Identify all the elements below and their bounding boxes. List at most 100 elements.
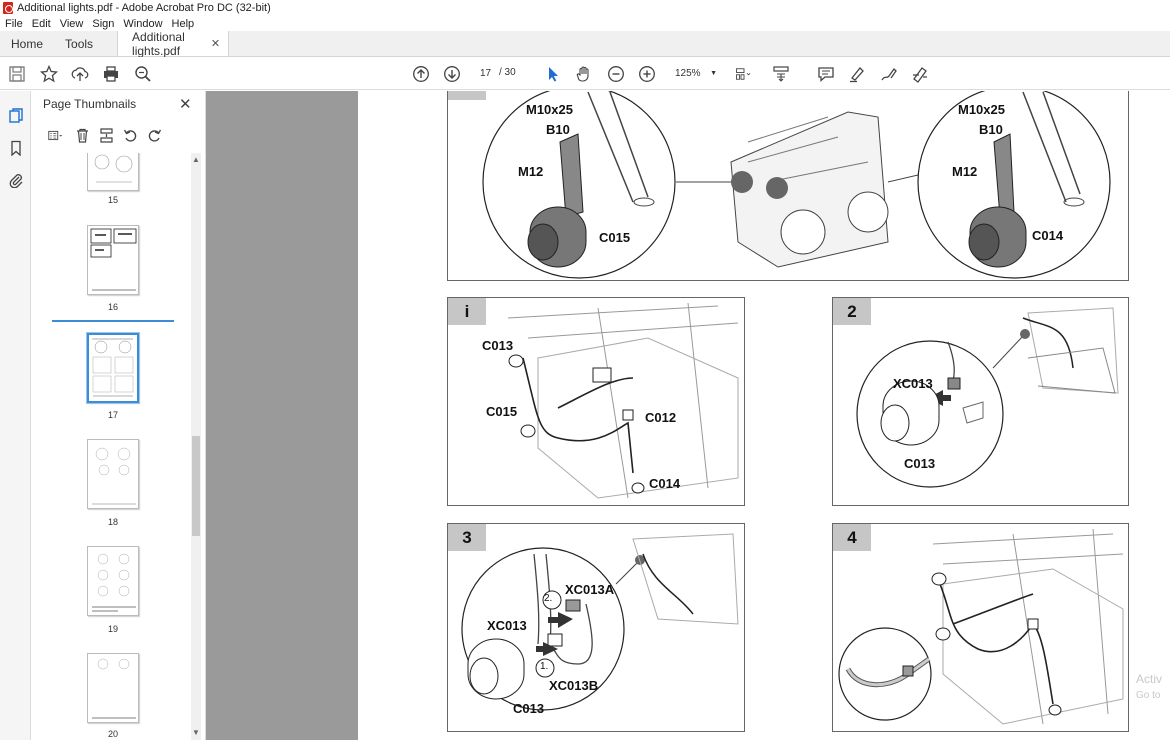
zoom-out-icon[interactable]	[606, 64, 626, 84]
label-c013: C013	[513, 701, 545, 716]
select-arrow-icon[interactable]	[543, 64, 563, 84]
thumbnail-list: 15 16 17 18 19 20	[45, 153, 199, 740]
label-m12-left: M12	[518, 164, 544, 179]
fill-sign-icon[interactable]	[910, 64, 930, 84]
zoom-value: 125%	[675, 68, 701, 79]
highlight-icon[interactable]	[847, 64, 867, 84]
label-c014: C014	[1032, 228, 1064, 243]
label-c014: C014	[649, 476, 681, 491]
label-c015: C015	[599, 230, 631, 245]
left-navigation-rail	[0, 91, 31, 740]
mounting-illustration	[482, 91, 1111, 279]
figure-panel-i: i C013 C015 C012 C014	[447, 297, 745, 506]
figure-mounting-overview: M10x25 B10 M12 C015 M10x25 B10 M12 C014	[447, 91, 1129, 281]
thumbnail-tools	[41, 125, 167, 145]
thumbnail-page-18[interactable]	[87, 439, 139, 509]
menu-view[interactable]: View	[60, 18, 84, 30]
thumbnail-label: 17	[107, 410, 118, 420]
bookmarks-icon[interactable]	[7, 139, 24, 156]
connector-illustration	[856, 307, 1119, 488]
panel-number: 4	[833, 524, 871, 551]
draw-icon[interactable]	[879, 64, 899, 84]
figure-panel-4: 4	[832, 523, 1129, 732]
thumbnail-page-20[interactable]	[87, 653, 139, 723]
hand-icon[interactable]	[574, 64, 594, 84]
bookmark-star-icon[interactable]	[39, 64, 59, 84]
label-c015: C015	[486, 404, 518, 419]
tab-home[interactable]: Home	[0, 31, 54, 56]
scroll-mode-icon[interactable]	[771, 64, 791, 84]
label-m10x25-right: M10x25	[958, 102, 1005, 117]
label-b10-right: B10	[979, 122, 1003, 137]
document-viewport[interactable]: M10x25 B10 M12 C015 M10x25 B10 M12 C014 …	[206, 91, 1170, 740]
label-m10x25-left: M10x25	[526, 102, 573, 117]
print-icon[interactable]	[101, 64, 121, 84]
cable-routing-illustration	[838, 528, 1124, 725]
zoom-select[interactable]: 125% ▼	[667, 65, 717, 82]
chevron-down-icon: ▼	[710, 70, 717, 77]
page-down-icon[interactable]	[442, 64, 462, 84]
delete-page-icon[interactable]	[71, 126, 93, 144]
thumbnail-page-15[interactable]	[87, 153, 139, 191]
tab-document[interactable]: Additional lights.pdf ✕	[117, 29, 230, 58]
zoom-in-icon[interactable]	[637, 64, 657, 84]
label-xc013a: XC013A	[565, 582, 615, 597]
pdf-page: M10x25 B10 M12 C015 M10x25 B10 M12 C014 …	[358, 91, 1170, 740]
page-fit-icon[interactable]	[731, 64, 757, 84]
tab-document-label: Additional lights.pdf	[132, 29, 185, 58]
options-menu-icon[interactable]	[41, 126, 69, 144]
thumbnail-page-17[interactable]	[86, 332, 140, 404]
label-xc013: XC013	[893, 376, 933, 391]
scroll-up-icon[interactable]: ▲	[192, 155, 200, 164]
panel-title: Page Thumbnails	[43, 97, 137, 111]
label-b10-left: B10	[546, 122, 570, 137]
page-total: / 30	[499, 67, 516, 78]
thumbnail-scrollbar[interactable]: ▲ ▼	[191, 153, 201, 740]
thumbnail-label: 19	[107, 624, 118, 634]
panel-number: 3	[448, 524, 486, 551]
close-panel-icon[interactable]: ✕	[179, 95, 192, 113]
thumbnail-page-19[interactable]	[87, 546, 139, 616]
thumbnail-page-16[interactable]	[87, 225, 139, 295]
menu-file[interactable]: File	[5, 18, 23, 30]
menu-edit[interactable]: Edit	[32, 18, 51, 30]
page-up-icon[interactable]	[411, 64, 431, 84]
title-bar: Additional lights.pdf - Adobe Acrobat Pr…	[0, 0, 1170, 16]
thumbnail-label: 16	[107, 302, 118, 312]
tab-tools[interactable]: Tools	[54, 31, 104, 56]
label-c013: C013	[904, 456, 936, 471]
scrollbar-thumb[interactable]	[192, 436, 200, 536]
attachments-icon[interactable]	[7, 171, 24, 188]
window-title: Additional lights.pdf - Adobe Acrobat Pr…	[17, 2, 271, 14]
tab-bar: Home Tools Additional lights.pdf ✕	[0, 29, 1170, 58]
thumbnail-label: 18	[107, 517, 118, 527]
label-xc013b: XC013B	[549, 678, 599, 693]
page-number-input[interactable]: 17	[472, 65, 499, 82]
step-2-marker: 2.	[544, 593, 553, 604]
label-xc013: XC013	[487, 618, 527, 633]
save-icon[interactable]	[7, 64, 27, 84]
comment-icon[interactable]	[816, 64, 836, 84]
insert-page-icon[interactable]	[95, 126, 117, 144]
page-thumbnails-icon[interactable]	[7, 107, 24, 124]
figure-panel-3: 3 2. XC013A XC013 1. XC013B C013	[447, 523, 745, 732]
panel-number: i	[448, 298, 486, 325]
wiring-layout-illustration	[507, 302, 739, 499]
scroll-down-icon[interactable]: ▼	[192, 728, 200, 737]
thumbnail-label: 15	[107, 195, 118, 205]
zoom-search-icon[interactable]	[133, 64, 153, 84]
close-tab-icon[interactable]: ✕	[211, 37, 220, 50]
rotate-counterclockwise-icon[interactable]	[119, 126, 141, 144]
rotate-clockwise-icon[interactable]	[143, 126, 165, 144]
thumbnail-label: 20	[107, 729, 118, 739]
menu-sign[interactable]: Sign	[92, 18, 114, 30]
activation-watermark-sub: Go to	[1136, 690, 1161, 701]
menu-help[interactable]: Help	[172, 18, 195, 30]
activation-watermark: Activ	[1136, 672, 1163, 686]
panel-number: 2	[833, 298, 871, 325]
menu-window[interactable]: Window	[123, 18, 162, 30]
label-c013: C013	[482, 338, 514, 353]
main-toolbar: 17 / 30 125% ▼	[0, 57, 1170, 90]
label-c012: C012	[645, 410, 677, 425]
upload-icon[interactable]	[70, 64, 90, 84]
